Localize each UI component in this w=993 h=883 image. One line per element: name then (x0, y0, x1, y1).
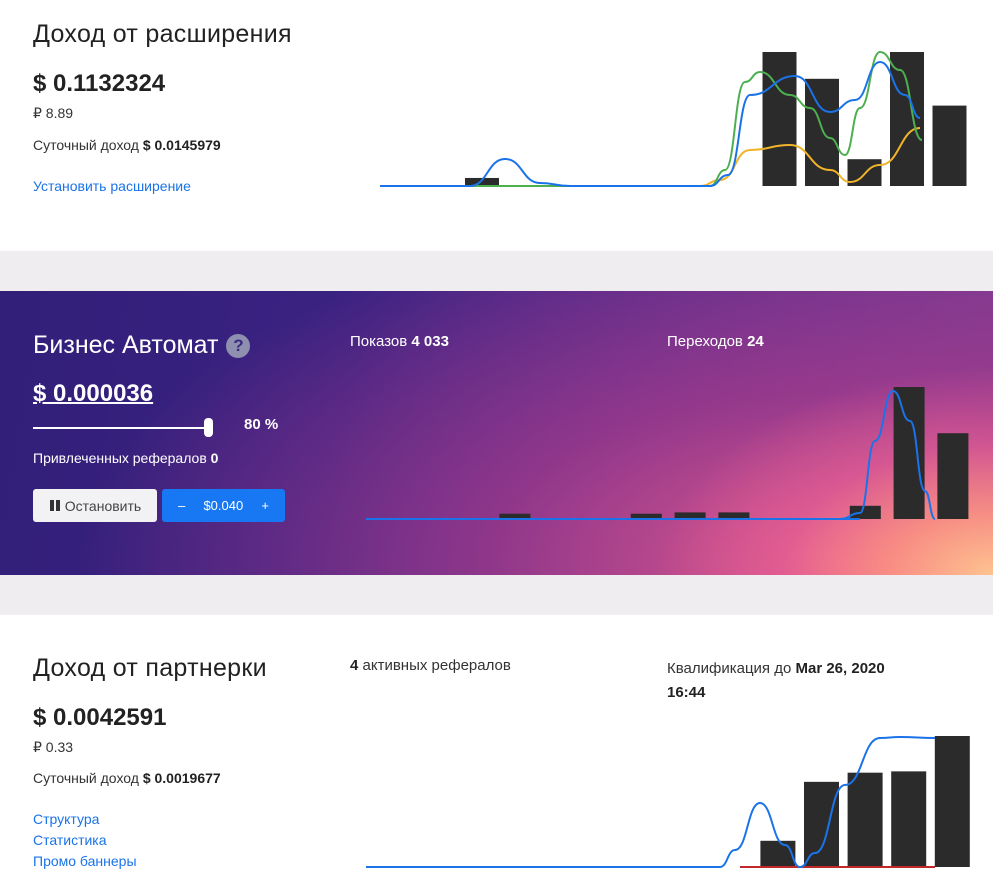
extension-section: Доход от расширения $ 0.1132324 ₽ 8.89 С… (0, 0, 993, 251)
business-chart-bar (849, 505, 881, 519)
partner-chart-bar (847, 772, 883, 867)
section-divider (0, 575, 993, 615)
partner-chart-bar (804, 781, 839, 867)
extension-chart-bar (890, 52, 924, 186)
partner-chart (366, 735, 970, 869)
extension-chart (380, 50, 967, 188)
section-divider (0, 251, 993, 291)
business-chart-bar (937, 433, 969, 519)
business-section: Бизнес Автомат ? $ 0.000036 80 % Привлеч… (0, 291, 993, 575)
partner-chart-bar (760, 840, 796, 867)
partner-chart-bar (934, 736, 970, 867)
business-chart-bar (893, 387, 925, 519)
partner-section: Доход от партнерки $ 0.0042591 ₽ 0.33 Су… (0, 615, 993, 883)
partner-chart-bar (891, 771, 927, 867)
extension-chart-bar (932, 105, 967, 186)
business-chart (366, 387, 969, 520)
extension-chart-bar (762, 52, 797, 186)
extension-chart-series-green (380, 50, 923, 188)
